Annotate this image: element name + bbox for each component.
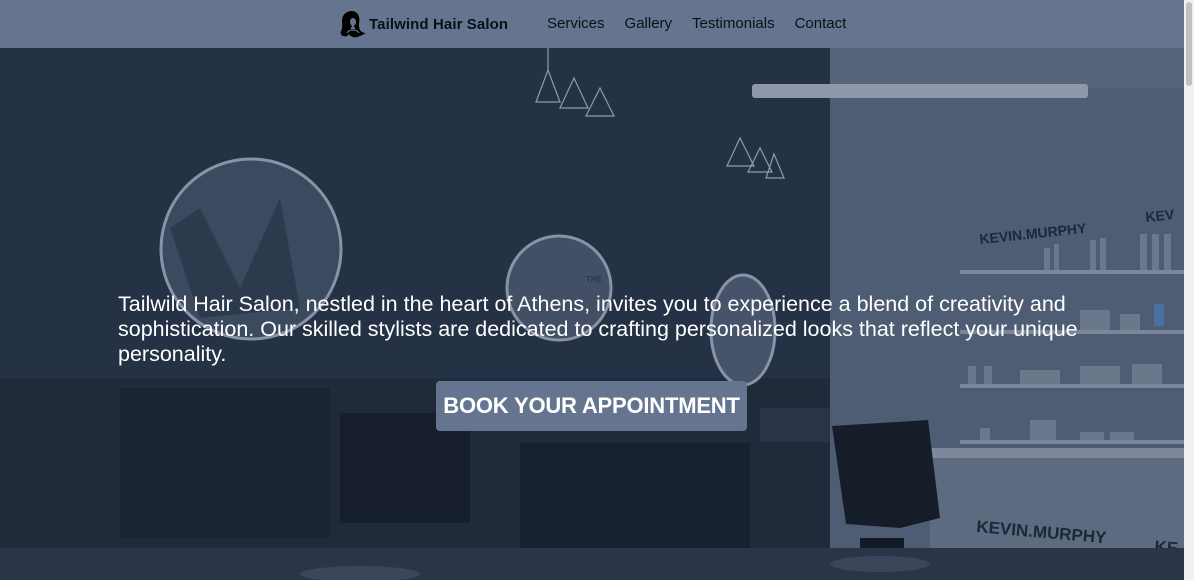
nav-link-contact[interactable]: Contact [795, 14, 847, 34]
sign-kev-top: KEV [1145, 206, 1176, 225]
nav-link-gallery[interactable]: Gallery [625, 14, 673, 34]
brand-name: Tailwind Hair Salon [369, 15, 509, 33]
hero-description: Tailwild Hair Salon, nestled in the hear… [118, 292, 1078, 366]
nav-link-services[interactable]: Services [547, 14, 605, 34]
nav-link-testimonials[interactable]: Testimonials [692, 14, 775, 34]
brand[interactable]: Tailwind Hair Salon [338, 9, 508, 39]
page: Tailwind Hair Salon Services Gallery Tes… [0, 0, 1194, 580]
main-nav: Services Gallery Testimonials Contact [547, 14, 866, 34]
scrollbar-thumb[interactable] [1186, 2, 1192, 86]
sign-mirror: THE [586, 275, 603, 284]
woman-silhouette-icon [340, 11, 366, 38]
vertical-scrollbar[interactable] [1184, 0, 1194, 580]
hero-section: KEVIN.MURPHY KEV KEVIN.MURPHY KE THE Tai… [0, 48, 1184, 580]
book-appointment-button[interactable]: BOOK YOUR APPOINTMENT [436, 381, 747, 431]
navbar: Tailwind Hair Salon Services Gallery Tes… [0, 0, 1184, 48]
